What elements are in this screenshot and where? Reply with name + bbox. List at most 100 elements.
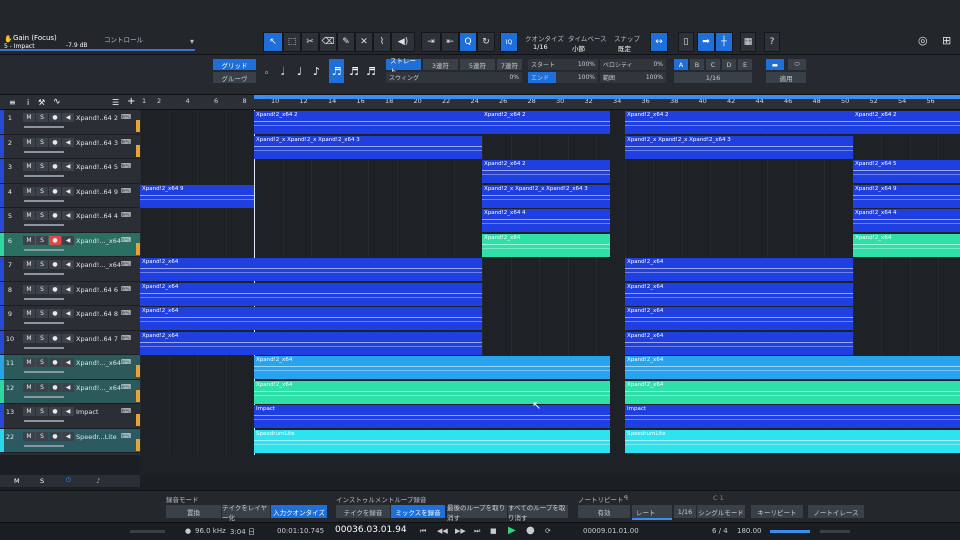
- preset-a-button[interactable]: A: [674, 59, 688, 70]
- track-row[interactable]: 9 M S ● ◀ Xpand!..64 8 ⌨: [0, 306, 140, 331]
- mute-button[interactable]: M: [23, 358, 35, 367]
- record-arm-icon[interactable]: ●: [49, 382, 61, 392]
- track-row[interactable]: 11 M S ● ◀ Xpand!..._x64 ⌨: [0, 355, 140, 380]
- event-clip[interactable]: Xpand!2_x64: [254, 356, 610, 379]
- record-arm-icon[interactable]: ●: [49, 431, 61, 441]
- follow-icon[interactable]: ➡: [697, 32, 715, 52]
- solo-button[interactable]: S: [36, 260, 48, 269]
- timebase-value[interactable]: 小節: [572, 43, 585, 53]
- quantize-value[interactable]: 1/16: [533, 43, 548, 51]
- note-value-select[interactable]: 1/16: [674, 72, 752, 83]
- event-clip[interactable]: Xpand!2_x64 9: [140, 184, 254, 208]
- monitor-icon[interactable]: ◀: [62, 431, 74, 441]
- record-arm-icon[interactable]: ●: [49, 113, 61, 122]
- volume-fader[interactable]: [24, 371, 64, 373]
- solo-button[interactable]: S: [36, 186, 48, 196]
- track-row[interactable]: 4 M S ● ◀ Xpand!..64 9 ⌨: [0, 183, 140, 208]
- crosshair-icon[interactable]: ┼: [715, 32, 733, 52]
- track-name[interactable]: Xpand!..64 9: [76, 188, 118, 196]
- track-row[interactable]: 13 M S ● ◀ Impact ⌨: [0, 404, 140, 429]
- velocity-slider[interactable]: ベロシティ 0%: [600, 59, 666, 70]
- event-clip[interactable]: Xpand!2_x64: [254, 380, 610, 404]
- track-name[interactable]: Xpand!..64 8: [76, 310, 118, 318]
- split-tool-icon[interactable]: ✂: [301, 32, 319, 52]
- mute-button[interactable]: M: [23, 113, 35, 122]
- quantize-apply-icon[interactable]: ▬: [766, 59, 784, 70]
- volume-fader[interactable]: [24, 346, 64, 349]
- solo-button[interactable]: S: [36, 309, 48, 318]
- event-clip[interactable]: Xpand!2_x64: [140, 282, 482, 306]
- track-name[interactable]: Xpand!..64 3: [76, 139, 118, 147]
- event-clip[interactable]: Xpand!2_x64: [140, 307, 482, 330]
- solo-button[interactable]: S: [36, 235, 48, 245]
- mute-button[interactable]: M: [23, 186, 35, 196]
- event-clip[interactable]: Xpand!2_x64 5: [853, 160, 960, 183]
- play-icon[interactable]: ▶: [508, 525, 516, 536]
- track-row[interactable]: 12 M S ● ◀ Xpand!..._x64 ⌨: [0, 379, 140, 404]
- position-display[interactable]: 00036.03.01.94: [335, 525, 407, 535]
- mute-button[interactable]: M: [23, 211, 35, 220]
- grid-button[interactable]: グリッド: [213, 59, 256, 70]
- power-icon[interactable]: ⏻: [66, 476, 71, 485]
- event-clip[interactable]: SpeedrumLite: [625, 429, 960, 453]
- monitor-icon[interactable]: ◀: [62, 137, 74, 147]
- record-icon[interactable]: ●: [526, 525, 535, 536]
- volume-fader[interactable]: [24, 322, 64, 324]
- record-arm-icon[interactable]: ●: [49, 309, 61, 318]
- bend-tool-icon[interactable]: ⌇: [373, 32, 391, 52]
- event-clip[interactable]: Xpand!2_x64: [482, 233, 610, 257]
- volume-fader[interactable]: [24, 248, 64, 251]
- event-clip[interactable]: Xpand!2_x64 2: [482, 111, 610, 134]
- event-clip[interactable]: Xpand!2_x64 2: [853, 111, 960, 134]
- menu-icon[interactable]: ≡: [9, 98, 16, 107]
- record-arm-icon[interactable]: ●: [49, 333, 61, 343]
- solo-button[interactable]: S: [36, 431, 48, 441]
- track-name[interactable]: Xpand!..64 4: [76, 212, 118, 220]
- solo-button[interactable]: S: [36, 358, 48, 367]
- volume-fader[interactable]: [24, 420, 64, 422]
- event-clip[interactable]: Xpand!2_x64: [625, 307, 853, 330]
- track-row[interactable]: 22 M S ● ◀ Speedr...Lite ⌨: [0, 428, 140, 453]
- time-signature[interactable]: 6 / 4: [712, 527, 728, 535]
- monitor-icon[interactable]: ◀: [62, 309, 74, 318]
- track-name[interactable]: Xpand!..64 5: [76, 163, 118, 171]
- event-clip[interactable]: Xpand!2_x Xpand!2_x Xpand!2_x64 3: [254, 135, 482, 159]
- mix-rec-button[interactable]: ミックスを録音: [391, 505, 445, 518]
- event-clip[interactable]: Xpand!2_x64 2: [254, 111, 482, 134]
- list-icon[interactable]: ☰: [112, 98, 119, 107]
- solo-button[interactable]: S: [36, 162, 48, 171]
- end-slider[interactable]: エンド 100%: [528, 72, 598, 83]
- event-clip[interactable]: Xpand!2_x Xpand!2_x Xpand!2_x64 3: [482, 184, 610, 208]
- event-clip[interactable]: Xpand!2_x64: [625, 356, 960, 379]
- mute-button[interactable]: M: [23, 309, 35, 318]
- preset-d-button[interactable]: D: [722, 59, 736, 70]
- monitor-icon[interactable]: ◀: [62, 333, 74, 343]
- track-row[interactable]: 5 M S ● ◀ Xpand!..64 4 ⌨: [0, 208, 140, 233]
- solo-button[interactable]: S: [36, 407, 48, 416]
- snap-left-icon[interactable]: ⇥: [421, 32, 441, 52]
- footer-s[interactable]: S: [40, 477, 44, 485]
- volume-fader[interactable]: [24, 175, 64, 177]
- preset-e-button[interactable]: E: [738, 59, 752, 70]
- event-clip[interactable]: Xpand!2_x64: [140, 331, 482, 355]
- track-name[interactable]: Xpand!..64 6: [76, 286, 118, 294]
- event-clip[interactable]: Xpand!2_x64: [625, 258, 853, 281]
- track-row[interactable]: 10 M S ● ◀ Xpand!..64 7 ⌨: [0, 330, 140, 355]
- track-name[interactable]: Xpand!..64 2: [76, 114, 118, 122]
- range-slider[interactable]: 範囲 100%: [600, 72, 666, 83]
- loop-range-bar[interactable]: [254, 95, 960, 99]
- volume-fader[interactable]: [24, 199, 64, 202]
- event-clip[interactable]: Xpand!2_x64 2: [625, 111, 853, 134]
- event-clip[interactable]: Xpand!2_x64 4: [853, 209, 960, 232]
- track-name[interactable]: Xpand!..._x64: [76, 359, 121, 367]
- undo-last-loop-button[interactable]: 最後のループを取り消す: [447, 504, 507, 522]
- user-icon[interactable]: ◎: [918, 34, 928, 47]
- eighth-note-icon[interactable]: ♪: [313, 65, 320, 78]
- event-clip[interactable]: SpeedrumLite: [254, 429, 610, 453]
- event-clip[interactable]: Xpand!2_x64 2: [482, 160, 610, 183]
- track-name[interactable]: Impact: [76, 408, 98, 416]
- eraser-tool-icon[interactable]: ⌫: [319, 32, 337, 52]
- rate-select[interactable]: 1/16: [674, 505, 696, 518]
- sixtyfourth-note-icon[interactable]: ♬: [366, 65, 376, 78]
- add-track-icon[interactable]: +: [127, 96, 135, 107]
